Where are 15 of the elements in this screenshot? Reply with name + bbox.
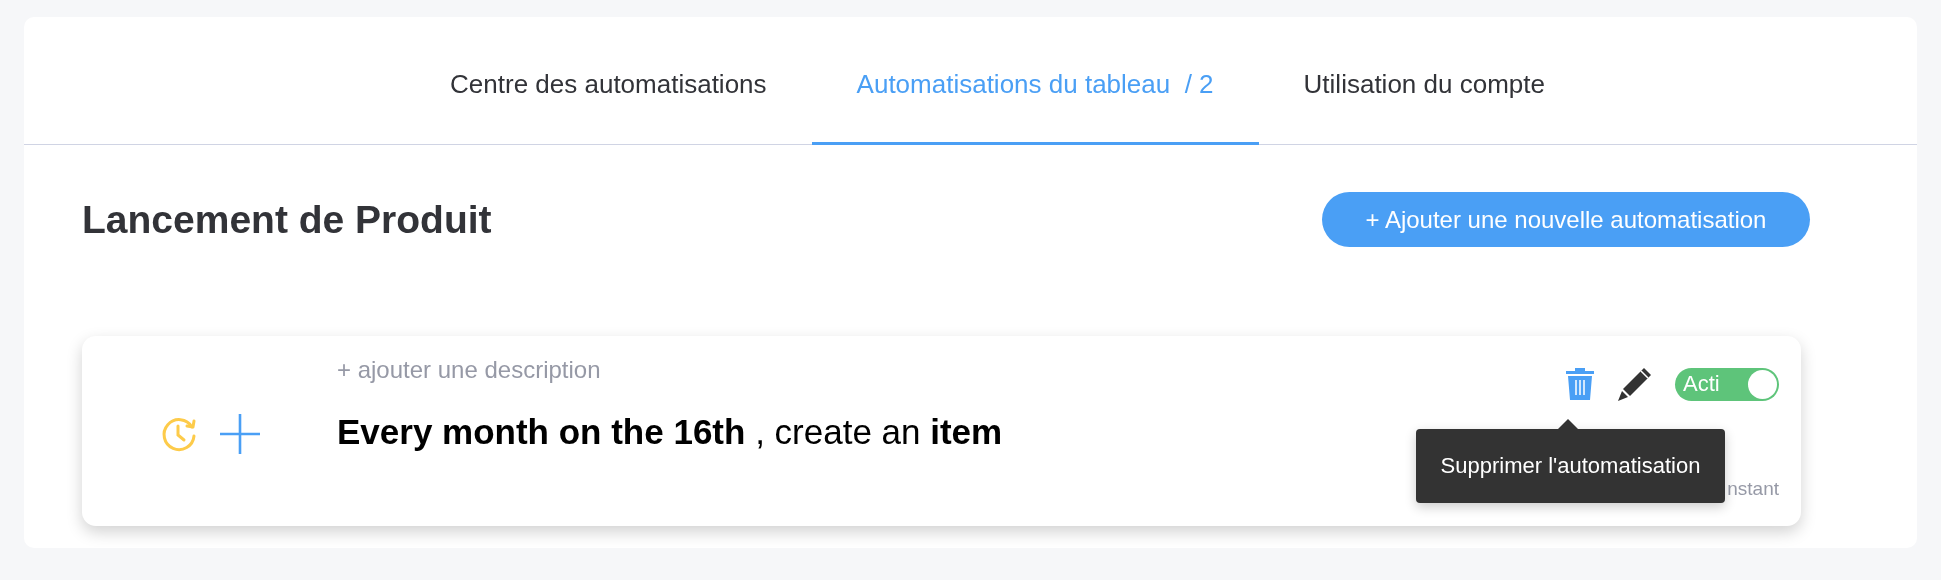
tab[interactable]: Centre des automatisations	[405, 69, 812, 145]
plus-icon	[218, 413, 261, 455]
toggle-label: Acti	[1683, 371, 1720, 397]
tab[interactable]: Utilisation du compte	[1258, 69, 1590, 145]
description-placeholder[interactable]: + ajouter une description	[337, 356, 1565, 384]
add-automation-button[interactable]: + Ajouter une nouvelle automatisation	[1322, 192, 1810, 247]
trash-icon[interactable]	[1565, 367, 1595, 401]
toggle-switch[interactable]: Acti	[1675, 367, 1779, 401]
tooltip: Supprimer l'automatisation	[1416, 429, 1725, 503]
tooltip-arrow	[1558, 419, 1578, 429]
automation-sentence: Every month on the 16th , create an item	[337, 412, 1004, 452]
pencil-icon[interactable]	[1617, 366, 1653, 402]
tab[interactable]: Automatisations du tableau / 2	[811, 69, 1259, 145]
board-title: Lancement de Produit	[82, 197, 492, 242]
created-time: nstant	[1727, 478, 1779, 500]
